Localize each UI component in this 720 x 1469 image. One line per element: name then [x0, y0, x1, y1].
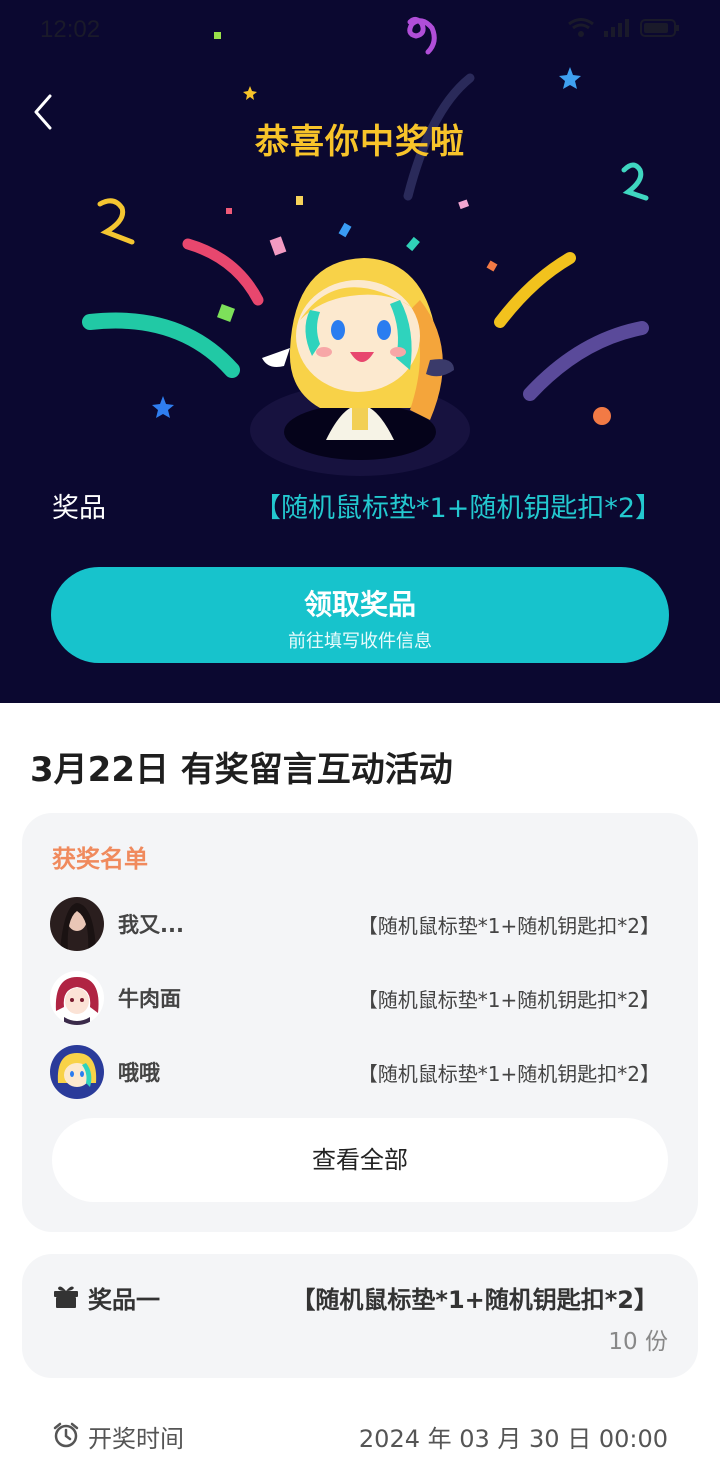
winner-row[interactable]: 牛肉面 【随机鼠标垫*1+随机钥匙扣*2】: [50, 971, 670, 1027]
winner-name: 我又...: [118, 913, 184, 937]
prize-count: 10 份: [608, 1329, 668, 1355]
alarm-clock-icon: [53, 1422, 79, 1448]
gift-icon: [54, 1286, 78, 1308]
prize-row: 奖品 【随机鼠标垫*1+随机钥匙扣*2】: [52, 486, 668, 526]
prize-value: 【随机鼠标垫*1+随机钥匙扣*2】: [254, 493, 662, 524]
activity-title: 3月22日 有奖留言互动活动: [30, 750, 453, 790]
hero-banner: 12:02 恭喜你中奖啦 奖品 【随机鼠标垫*1+随机钥匙扣*2】 领取奖品 前…: [0, 0, 720, 703]
congratulations-title: 恭喜你中奖啦: [255, 122, 465, 162]
winner-prize: 【随机鼠标垫*1+随机钥匙扣*2】: [357, 914, 660, 938]
winner-row[interactable]: 我又... 【随机鼠标垫*1+随机钥匙扣*2】: [50, 897, 670, 953]
winner-name: 哦哦: [118, 1061, 160, 1085]
mascot-illustration: [250, 258, 470, 476]
draw-time-label: 开奖时间: [88, 1425, 184, 1453]
avatar: [50, 971, 104, 1025]
avatar: [50, 1045, 104, 1099]
prize-info-card: 奖品一 【随机鼠标垫*1+随机钥匙扣*2】 10 份: [22, 1254, 698, 1378]
winner-row[interactable]: 哦哦 【随机鼠标垫*1+随机钥匙扣*2】: [50, 1045, 670, 1101]
winner-prize: 【随机鼠标垫*1+随机钥匙扣*2】: [357, 988, 660, 1012]
draw-time-row: 开奖时间 2024 年 03 月 30 日 00:00: [52, 1415, 668, 1455]
draw-time-value: 2024 年 03 月 30 日 00:00: [358, 1425, 668, 1453]
prize-tier-value: 【随机鼠标垫*1+随机钥匙扣*2】: [291, 1286, 658, 1314]
prize-tier-label: 奖品一: [88, 1286, 160, 1314]
claim-button-label: 领取奖品: [303, 588, 416, 621]
claim-button-sublabel: 前往填写收件信息: [288, 631, 432, 652]
winner-prize: 【随机鼠标垫*1+随机钥匙扣*2】: [357, 1062, 660, 1086]
winner-name: 牛肉面: [118, 987, 181, 1011]
claim-prize-button[interactable]: 领取奖品 前往填写收件信息: [51, 567, 669, 663]
winners-heading: 获奖名单: [52, 845, 148, 873]
view-all-button[interactable]: 查看全部: [52, 1118, 668, 1202]
avatar: [50, 897, 104, 951]
prize-label: 奖品: [52, 493, 106, 524]
winners-card: 获奖名单 我又... 【随机鼠标垫*1+随机钥匙扣*2】 牛肉面 【随机鼠标垫*…: [22, 813, 698, 1232]
